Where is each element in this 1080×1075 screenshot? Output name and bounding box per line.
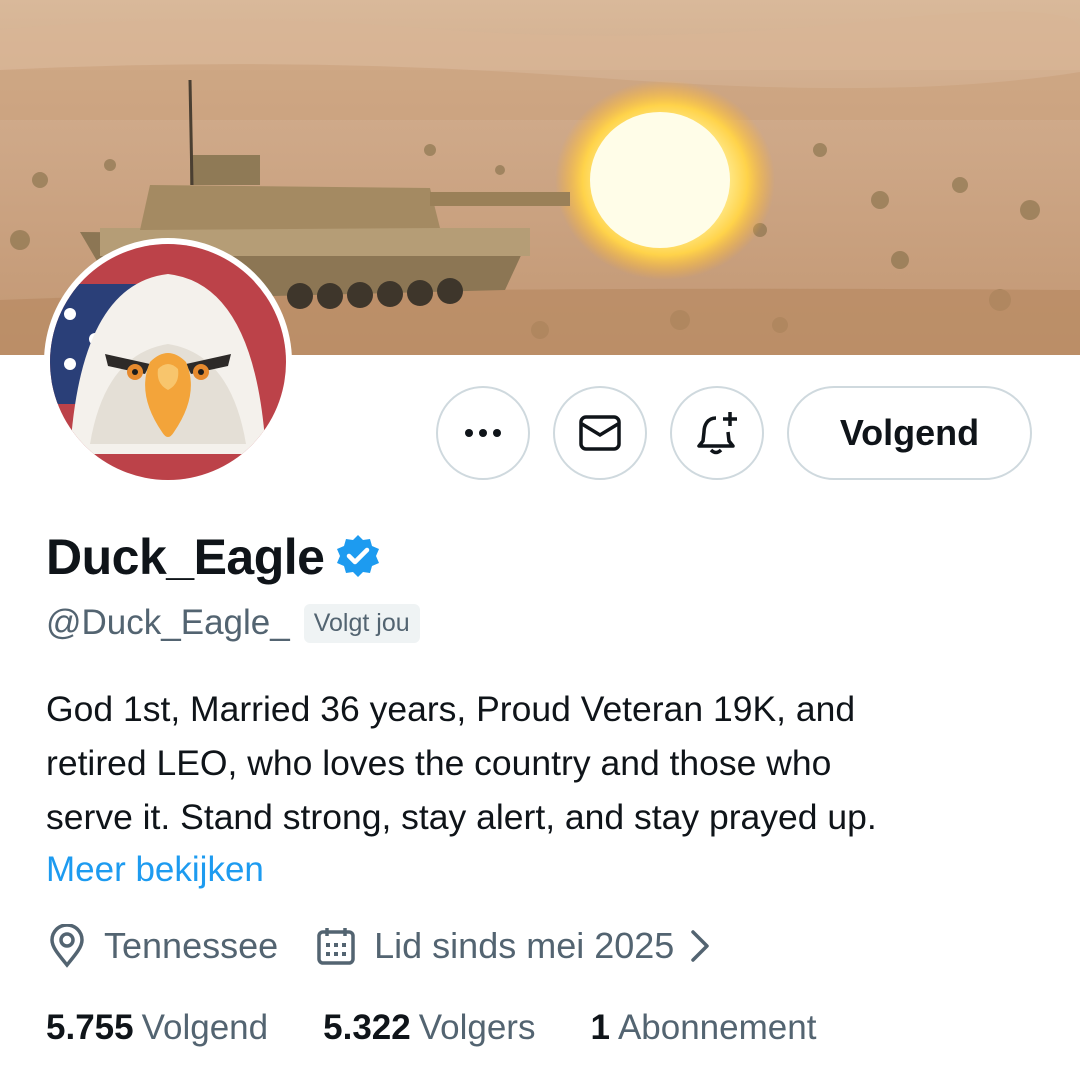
name-row: Duck_Eagle	[46, 528, 382, 586]
more-dots-icon	[465, 429, 501, 437]
subscriptions-count: 1	[590, 1008, 610, 1047]
followers-stat[interactable]: 5.322 Volgers	[323, 1008, 535, 1048]
profile-stats: 5.755 Volgend 5.322 Volgers 1 Abonnement	[46, 1008, 816, 1048]
location-pin-icon	[50, 924, 84, 968]
location: Tennessee	[48, 924, 278, 968]
display-name: Duck_Eagle	[46, 529, 325, 585]
bell-plus-icon	[697, 412, 737, 455]
envelope-icon	[579, 415, 621, 451]
subscriptions-stat[interactable]: 1 Abonnement	[590, 1008, 816, 1048]
profile-actions: Volgend	[436, 386, 1032, 482]
following-label: Volgend	[141, 1008, 269, 1047]
bio: God 1st, Married 36 years, Proud Veteran…	[46, 689, 877, 837]
avatar[interactable]	[44, 238, 292, 486]
verified-badge-icon[interactable]	[334, 533, 382, 586]
notifications-button[interactable]	[670, 386, 764, 480]
following-stat[interactable]: 5.755 Volgend	[46, 1008, 268, 1048]
more-options-button[interactable]	[436, 386, 530, 480]
joined-text: Lid sinds mei 2025	[374, 925, 675, 966]
followers-count: 5.322	[323, 1008, 411, 1047]
subscriptions-label: Abonnement	[617, 1008, 817, 1047]
handle-row: @Duck_Eagle_ Volgt jou	[46, 603, 420, 643]
following-button[interactable]: Volgend	[787, 386, 1032, 480]
show-more-link[interactable]: Meer bekijken	[46, 850, 264, 890]
user-handle: @Duck_Eagle_	[46, 603, 290, 642]
message-button[interactable]	[553, 386, 647, 480]
profile-meta: Tennessee Lid sinds mei 2025	[48, 924, 730, 968]
calendar-icon	[317, 928, 355, 965]
chevron-right-icon	[691, 930, 710, 962]
followers-label: Volgers	[418, 1008, 536, 1047]
following-count: 5.755	[46, 1008, 134, 1047]
location-text: Tennessee	[104, 925, 279, 966]
eagle-avatar-image	[50, 244, 286, 480]
follows-you-badge: Volgt jou	[303, 603, 420, 643]
joined-date[interactable]: Lid sinds mei 2025	[316, 925, 730, 967]
